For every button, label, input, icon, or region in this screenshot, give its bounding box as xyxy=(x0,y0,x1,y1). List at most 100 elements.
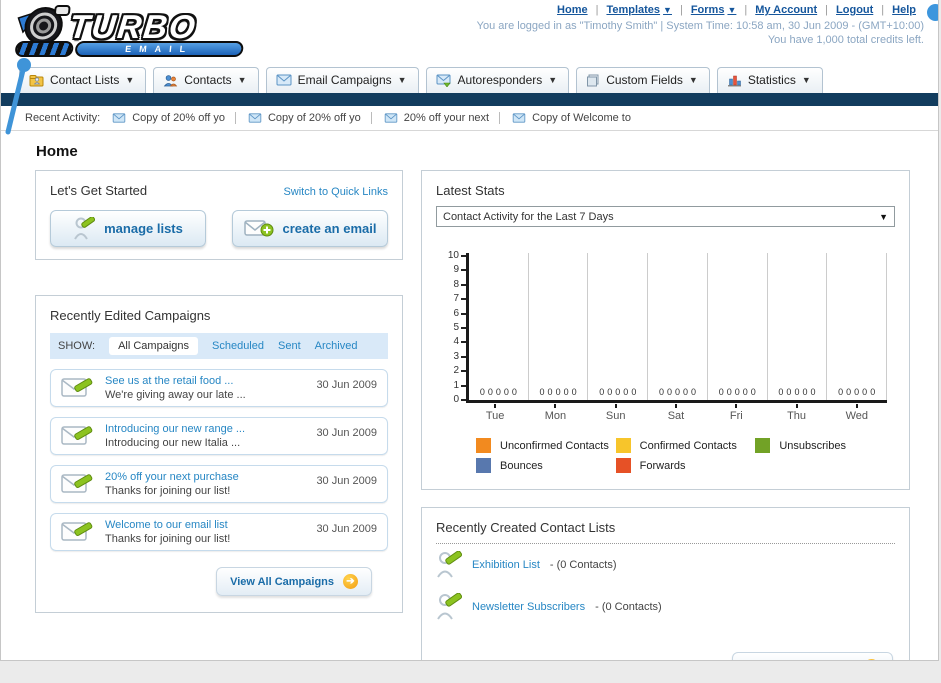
create-email-label: create an email xyxy=(282,221,377,236)
view-all-campaigns-button[interactable]: View All Campaigns ➔ xyxy=(216,567,372,596)
y-tick-label: 8 xyxy=(453,279,466,289)
campaign-title-link[interactable]: Introducing our new range ... xyxy=(105,423,306,435)
filter-sent[interactable]: Sent xyxy=(278,340,301,352)
see-all-contact-lists-button[interactable]: See All Contact Lists ➔ xyxy=(731,652,893,660)
contact-list-count: - (0 Contacts) xyxy=(595,601,662,613)
top-link-home[interactable]: Home xyxy=(549,4,596,16)
recent-activity-item[interactable]: Copy of Welcome to xyxy=(510,112,641,124)
y-tick-label: 2 xyxy=(453,366,466,376)
campaign-row[interactable]: Welcome to our email list Thanks for joi… xyxy=(50,513,388,551)
contact-list-item[interactable]: Newsletter Subscribers - (0 Contacts) xyxy=(436,586,895,628)
top-link-templates[interactable]: Templates ▼ xyxy=(598,4,680,16)
bar-value-label: 0 xyxy=(802,387,808,397)
top-link-my-account[interactable]: My Account xyxy=(747,4,825,16)
legend-swatch xyxy=(755,438,771,453)
filter-archived[interactable]: Archived xyxy=(315,340,358,352)
tab-email-campaigns[interactable]: Email Campaigns ▼ xyxy=(265,67,419,93)
contacts-people-icon xyxy=(164,74,178,86)
main-nav-tabbar: Contact Lists ▼ Contacts ▼ Email Campaig… xyxy=(1,62,938,93)
top-link-logout[interactable]: Logout xyxy=(828,4,881,16)
chart-bar-group: 00000 xyxy=(529,253,589,400)
envelope-icon xyxy=(248,113,262,123)
campaign-title-link[interactable]: 20% off your next purchase xyxy=(105,471,306,483)
bar-value-label: 0 xyxy=(810,387,816,397)
bar-value-label: 0 xyxy=(734,387,740,397)
tab-autoresponders[interactable]: Autoresponders ▼ xyxy=(425,67,570,93)
tab-contacts[interactable]: Contacts ▼ xyxy=(153,67,259,93)
contact-list-name-link[interactable]: Exhibition List xyxy=(472,559,540,571)
recent-activity-item[interactable]: 20% off your next xyxy=(382,112,501,124)
legend-item: Confirmed Contacts xyxy=(615,438,756,453)
corner-dot-decoration xyxy=(927,4,938,21)
get-started-panel: Let's Get Started Switch to Quick Links … xyxy=(35,170,403,260)
campaign-row[interactable]: 20% off your next purchase Thanks for jo… xyxy=(50,465,388,503)
tab-contact-lists[interactable]: Contact Lists ▼ xyxy=(19,67,147,93)
campaign-row[interactable]: Introducing our new range ... Introducin… xyxy=(50,417,388,455)
campaigns-title: Recently Edited Campaigns xyxy=(50,308,211,323)
login-line1: You are logged in as "Timothy Smith" | S… xyxy=(476,20,924,32)
legend-swatch xyxy=(476,458,491,473)
legend-item: Bounces xyxy=(476,458,616,473)
bar-value-label: 0 xyxy=(563,387,569,397)
arrow-right-icon: ➔ xyxy=(864,659,879,660)
recent-activity-bar: Recent Activity: Copy of 20% off yo Copy… xyxy=(1,106,938,131)
y-axis-labels: 10 9 8 7 6 5 4 3 2 1 0 xyxy=(440,251,466,405)
filter-scheduled[interactable]: Scheduled xyxy=(212,340,264,352)
bar-value-label: 0 xyxy=(666,387,672,397)
logo-stripes xyxy=(14,41,75,57)
contact-activity-chart: 10 9 8 7 6 5 4 3 2 1 0 000000000000000000000000000… xyxy=(440,251,895,405)
bar-value-label: 0 xyxy=(631,387,637,397)
logo-pin-decoration xyxy=(5,58,31,135)
chart-bar-group: 00000 xyxy=(827,253,888,400)
manage-lists-button[interactable]: manage lists xyxy=(50,210,206,247)
x-axis-category-label: Sun xyxy=(586,404,646,422)
chevron-down-icon: ▼ xyxy=(879,211,888,222)
bar-value-label: 0 xyxy=(726,387,732,397)
bar-value-label: 0 xyxy=(547,387,553,397)
tab-statistics[interactable]: Statistics ▼ xyxy=(716,67,823,93)
bar-value-label: 0 xyxy=(854,387,860,397)
recently-created-contact-lists-panel: Recently Created Contact Lists Exhibitio… xyxy=(421,507,910,660)
bar-value-label: 0 xyxy=(870,387,876,397)
filter-all-campaigns[interactable]: All Campaigns xyxy=(109,337,198,355)
top-link-help[interactable]: Help xyxy=(884,4,924,16)
right-column: Latest Stats Contact Activity for the La… xyxy=(421,170,910,660)
tab-custom-fields[interactable]: Custom Fields ▼ xyxy=(576,67,710,93)
bar-value-label: 0 xyxy=(479,387,485,397)
latest-stats-panel: Latest Stats Contact Activity for the La… xyxy=(421,170,910,490)
contact-list-name-link[interactable]: Newsletter Subscribers xyxy=(472,601,585,613)
recent-activity-item[interactable]: Copy of 20% off yo xyxy=(246,112,372,124)
stats-dropdown[interactable]: Contact Activity for the Last 7 Days ▼ xyxy=(436,206,895,227)
chart-legend: Unconfirmed Contacts Confirmed Contacts Un… xyxy=(476,438,895,473)
campaign-title-link[interactable]: Welcome to our email list xyxy=(105,519,306,531)
application-window: TURBO EMAIL Home | Templates ▼ | Forms ▼ | My… xyxy=(0,0,939,661)
top-link-forms[interactable]: Forms ▼ xyxy=(683,4,745,16)
show-label: SHOW: xyxy=(58,340,96,352)
legend-swatch xyxy=(615,438,631,453)
bar-value-label: 0 xyxy=(658,387,664,397)
recent-activity-item[interactable]: Copy of 20% off yo xyxy=(110,112,236,124)
campaign-row[interactable]: See us at the retail food ... We're givi… xyxy=(50,369,388,407)
x-axis-category-label: Tue xyxy=(465,404,525,422)
envelope-icon xyxy=(512,113,526,123)
left-column: Let's Get Started Switch to Quick Links … xyxy=(35,170,403,613)
envelope-pencil-icon xyxy=(61,474,93,493)
create-email-button[interactable]: create an email xyxy=(232,210,388,247)
login-status: You are logged in as "Timothy Smith" | S… xyxy=(477,19,924,47)
tab-label: Contact Lists xyxy=(50,73,120,87)
contact-list-item[interactable]: Exhibition List - (0 Contacts) xyxy=(436,544,895,586)
campaign-title-link[interactable]: See us at the retail food ... xyxy=(105,375,306,387)
x-axis-category-label: Sat xyxy=(646,404,706,422)
tab-label: Email Campaigns xyxy=(297,73,392,87)
person-pencil-icon xyxy=(74,216,96,240)
legend-swatch xyxy=(476,438,491,453)
tab-label: Custom Fields xyxy=(606,73,683,87)
top-navigation: Home | Templates ▼ | Forms ▼ | My Account | Lo… xyxy=(477,4,924,16)
campaign-date: 30 Jun 2009 xyxy=(316,427,377,439)
y-tick-label: 7 xyxy=(453,294,466,304)
chart-bar-group: 00000 xyxy=(588,253,649,400)
chart-bar-group: 00000 xyxy=(648,253,708,400)
login-line2: You have 1,000 total credits left. xyxy=(767,34,924,46)
bar-chart-icon xyxy=(727,75,741,86)
switch-quick-links[interactable]: Switch to Quick Links xyxy=(283,186,388,198)
